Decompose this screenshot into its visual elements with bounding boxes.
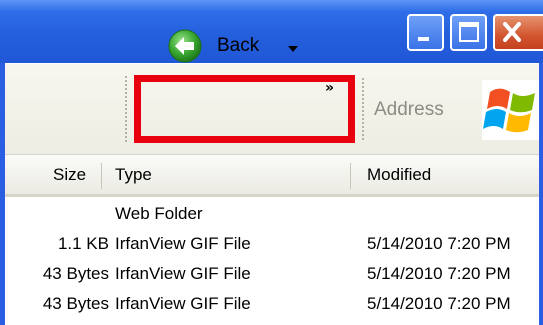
column-divider[interactable] (350, 163, 351, 189)
file-modified: 5/14/2010 7:20 PM (367, 264, 511, 283)
file-type: IrfanView GIF File (115, 264, 251, 283)
file-type: Web Folder (115, 204, 203, 223)
explorer-window: » Address Back Size Type Modified Web Fo… (0, 0, 543, 325)
toolbar-separator (125, 76, 127, 142)
maximize-button[interactable] (450, 14, 487, 51)
toolbar-separator (362, 78, 364, 140)
close-icon (503, 22, 521, 42)
title-bar (0, 0, 543, 63)
toolbar: » Address (0, 63, 543, 155)
list-item[interactable]: 43 Bytes IrfanView GIF File 5/14/2010 7:… (0, 260, 543, 290)
file-modified: 5/14/2010 7:20 PM (367, 294, 511, 313)
minimize-button[interactable] (407, 14, 444, 51)
column-divider[interactable] (101, 163, 102, 189)
file-modified: 5/14/2010 7:20 PM (367, 234, 511, 253)
file-type: IrfanView GIF File (115, 234, 251, 253)
column-header-type[interactable]: Type (115, 165, 152, 185)
back-button-label: Back (217, 35, 260, 56)
window-border-left (0, 63, 5, 325)
window-border-right (539, 63, 543, 325)
back-dropdown-arrow-icon[interactable] (288, 46, 298, 52)
file-size: 43 Bytes (42, 294, 109, 313)
file-type: IrfanView GIF File (115, 294, 251, 313)
list-item[interactable]: Web Folder (0, 200, 543, 230)
close-button[interactable] (493, 14, 543, 51)
file-size: 43 Bytes (42, 264, 109, 283)
windows-logo (482, 80, 543, 140)
maximize-icon (459, 22, 479, 42)
file-size: 1.1 KB (57, 234, 109, 253)
column-header-bar: Size Type Modified (0, 154, 543, 197)
back-arrow-icon (168, 29, 202, 63)
windows-flag-icon (483, 88, 535, 133)
minimize-icon (418, 37, 429, 41)
address-label[interactable]: Address (374, 99, 444, 121)
column-header-size[interactable]: Size (53, 165, 86, 185)
toolbar-overflow-chevron[interactable]: » (325, 80, 334, 96)
list-item[interactable]: 43 Bytes IrfanView GIF File 5/14/2010 7:… (0, 290, 543, 320)
back-highlight-box (134, 75, 355, 143)
list-item[interactable]: 1.1 KB IrfanView GIF File 5/14/2010 7:20… (0, 230, 543, 260)
column-header-modified[interactable]: Modified (367, 165, 431, 185)
file-list: Web Folder 1.1 KB IrfanView GIF File 5/1… (0, 197, 543, 325)
